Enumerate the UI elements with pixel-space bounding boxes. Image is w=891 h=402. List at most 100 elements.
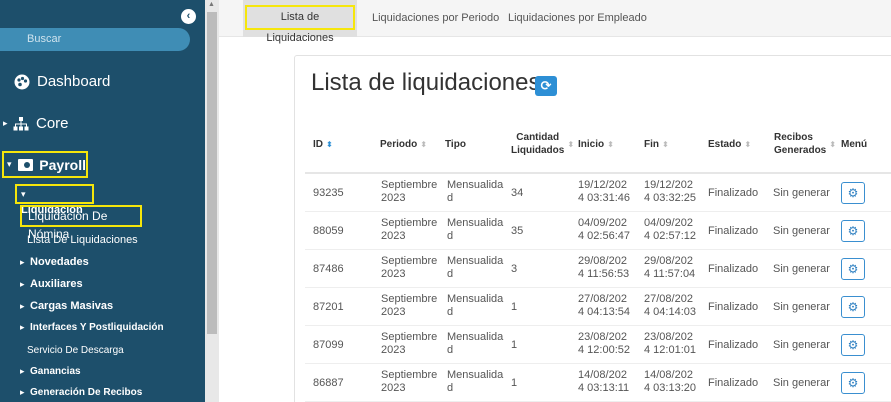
table-row[interactable]: 88059 Septiembre 2023 Mensualida d 35 04/09/20… bbox=[305, 212, 891, 250]
cell-inicio: 29/08/202 4 11:56:53 bbox=[578, 255, 629, 281]
sidebar-item-liquidacion-de-nomina[interactable]: Liquidación De Nómina bbox=[20, 205, 142, 241]
cell-id: 87201 bbox=[313, 301, 344, 313]
column-header-estado[interactable]: Estado ⬍ bbox=[708, 122, 751, 166]
refresh-icon[interactable]: ⟳ bbox=[535, 76, 557, 96]
cell-inicio: 04/09/202 4 02:56:47 bbox=[578, 217, 630, 243]
cell-line: Septiembre bbox=[381, 217, 438, 229]
cell-estado: Finalizado bbox=[708, 187, 759, 199]
gear-icon[interactable]: ⚙ bbox=[841, 258, 865, 280]
collapse-sidebar-icon[interactable]: ‹ bbox=[181, 9, 196, 24]
cell-line: 29/08/202 bbox=[578, 255, 627, 267]
header-label: Inicio bbox=[578, 138, 605, 150]
chevron-right-icon: ▸ bbox=[20, 322, 25, 332]
cell-periodo: Septiembre 2023 bbox=[381, 217, 437, 243]
cell-cantidad: 3 bbox=[511, 263, 518, 275]
sort-icon: ⬍ bbox=[420, 139, 427, 149]
tab-bar: Lista de Liquidaciones Liquidaciones por… bbox=[219, 0, 891, 44]
sidebar-item-servicio-descarga[interactable]: Servicio De Descarga bbox=[27, 345, 124, 356]
table-row[interactable]: 87201 Septiembre 2023 Mensualida d 1 27/08/202… bbox=[305, 288, 891, 326]
cell-cantidad: 34 bbox=[511, 187, 524, 199]
cell-tipo: Mensualida d bbox=[447, 331, 503, 357]
cell-line: 4 03:13:20 bbox=[644, 382, 696, 394]
gear-icon[interactable]: ⚙ bbox=[841, 334, 865, 356]
cell-inicio: 14/08/202 4 03:13:11 bbox=[578, 369, 629, 395]
column-header-cantidad[interactable]: Cantidad Liquidados ⬍ bbox=[511, 122, 574, 166]
cell-periodo: Septiembre 2023 bbox=[381, 179, 437, 205]
cell-line: Septiembre bbox=[381, 331, 438, 343]
cell-line: Mensualida bbox=[447, 179, 504, 191]
cell-line: 14/08/202 bbox=[644, 369, 693, 381]
sidebar-item-cargas-masivas[interactable]: ▸ Cargas Masivas bbox=[20, 300, 113, 312]
table-row[interactable]: 87099 Septiembre 2023 Mensualida d 1 23/08/202… bbox=[305, 326, 891, 364]
cell-fin: 14/08/202 4 03:13:20 bbox=[644, 369, 696, 395]
sidebar-item-label: Cargas Masivas bbox=[30, 300, 114, 312]
sidebar-item-interfaces[interactable]: ▸ Interfaces Y Postliquidación bbox=[20, 322, 164, 333]
tab-lista-liquidaciones[interactable]: Lista de Liquidaciones bbox=[243, 0, 357, 44]
cell-line: 2023 bbox=[381, 382, 406, 394]
table-row[interactable]: 86887 Septiembre 2023 Mensualida d 1 14/08/202… bbox=[305, 364, 891, 402]
sort-icon: ⬍ bbox=[326, 139, 333, 149]
sidebar-item-ganancias[interactable]: ▸ Ganancias bbox=[20, 366, 81, 377]
cell-cantidad: 1 bbox=[511, 377, 518, 389]
sidebar-item-lista-liquidaciones[interactable]: Lista De Liquidaciones bbox=[27, 234, 138, 246]
chevron-down-icon: ▾ bbox=[21, 189, 26, 199]
column-header-inicio[interactable]: Inicio ⬍ bbox=[578, 122, 614, 166]
sidebar-item-dashboard[interactable]: Dashboard bbox=[14, 73, 110, 90]
cell-cantidad: 35 bbox=[511, 225, 524, 237]
column-header-id[interactable]: ID ⬍ bbox=[313, 122, 333, 166]
cell-inicio: 19/12/202 4 03:31:46 bbox=[578, 179, 630, 205]
cell-line: 4 03:13:11 bbox=[578, 382, 630, 394]
sidebar-item-label: Dashboard bbox=[37, 73, 111, 90]
gear-icon[interactable]: ⚙ bbox=[841, 220, 865, 242]
gear-icon[interactable]: ⚙ bbox=[841, 296, 865, 318]
cell-line: 27/08/202 bbox=[578, 293, 627, 305]
sidebar-item-core[interactable]: ▸ Core bbox=[3, 115, 69, 132]
chevron-down-icon: ▾ bbox=[7, 159, 12, 169]
sidebar-item-novedades[interactable]: ▸ Novedades bbox=[20, 256, 89, 268]
header-label-line: Generados bbox=[774, 145, 827, 156]
cell-line: d bbox=[447, 230, 454, 242]
tab-liquidaciones-por-empleado[interactable]: Liquidaciones por Empleado bbox=[508, 0, 647, 37]
column-header-fin[interactable]: Fin ⬍ bbox=[644, 122, 669, 166]
column-header-periodo[interactable]: Periodo ⬍ bbox=[380, 122, 427, 166]
sidebar-item-generacion-recibos[interactable]: ▸ Generación De Recibos bbox=[20, 387, 142, 398]
tab-liquidaciones-por-periodo[interactable]: Liquidaciones por Periodo bbox=[372, 0, 499, 37]
sidebar-item-liquidacion[interactable]: ▾Liquidación bbox=[15, 184, 94, 216]
cell-estado: Finalizado bbox=[708, 301, 759, 313]
table-row[interactable]: 93235 Septiembre 2023 Mensualida d 34 19/12/20… bbox=[305, 174, 891, 212]
sidebar-item-label: Generación De Recibos bbox=[30, 387, 143, 398]
cell-line: Septiembre bbox=[381, 369, 438, 381]
column-header-recibos[interactable]: Recibos Generados ⬍ bbox=[774, 122, 836, 166]
cell-line: d bbox=[447, 268, 454, 280]
search-input[interactable]: Buscar bbox=[0, 28, 190, 51]
sidebar-item-auxiliares[interactable]: ▸ Auxiliares bbox=[20, 278, 83, 290]
cell-line: 4 02:56:47 bbox=[578, 230, 630, 242]
sidebar-scrollbar[interactable]: ▲ bbox=[205, 0, 219, 402]
gear-icon[interactable]: ⚙ bbox=[841, 182, 865, 204]
cell-estado: Finalizado bbox=[708, 377, 759, 389]
cell-line: d bbox=[447, 192, 454, 204]
sort-icon: ⬍ bbox=[744, 139, 752, 149]
cell-line: 4 12:01:01 bbox=[644, 344, 696, 356]
cell-line: 2023 bbox=[381, 268, 406, 280]
cell-line: Mensualida bbox=[447, 369, 504, 381]
cell-recibos: Sin generar bbox=[773, 263, 830, 275]
scrollbar-thumb[interactable] bbox=[207, 12, 217, 334]
cell-line: Septiembre bbox=[381, 179, 438, 191]
scroll-up-icon[interactable]: ▲ bbox=[208, 1, 215, 8]
cell-line: 19/12/202 bbox=[644, 179, 693, 191]
cell-line: Mensualida bbox=[447, 331, 504, 343]
cell-recibos: Sin generar bbox=[773, 377, 830, 389]
cell-recibos: Sin generar bbox=[773, 225, 830, 237]
cell-estado: Finalizado bbox=[708, 339, 759, 351]
dashboard-palette-icon bbox=[14, 74, 30, 89]
cell-line: 4 11:57:04 bbox=[644, 268, 696, 280]
sort-icon: ⬍ bbox=[567, 139, 575, 149]
cell-line: Mensualida bbox=[447, 293, 504, 305]
sidebar-item-payroll[interactable]: ▾ Payroll bbox=[2, 151, 88, 178]
table-row[interactable]: 87486 Septiembre 2023 Mensualida d 3 29/08/202… bbox=[305, 250, 891, 288]
gear-icon[interactable]: ⚙ bbox=[841, 372, 865, 394]
chevron-right-icon: ▸ bbox=[20, 366, 25, 376]
cell-cantidad: 1 bbox=[511, 339, 518, 351]
cell-recibos: Sin generar bbox=[773, 301, 830, 313]
